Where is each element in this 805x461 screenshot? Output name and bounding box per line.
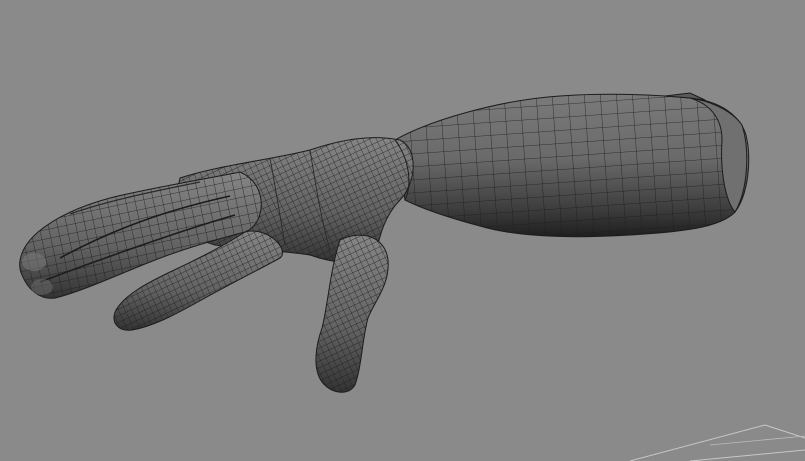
forearm-mesh — [394, 92, 750, 238]
hand-mesh[interactable] — [19, 92, 750, 393]
floor-grid — [629, 424, 805, 461]
3d-viewport[interactable] — [0, 0, 805, 461]
